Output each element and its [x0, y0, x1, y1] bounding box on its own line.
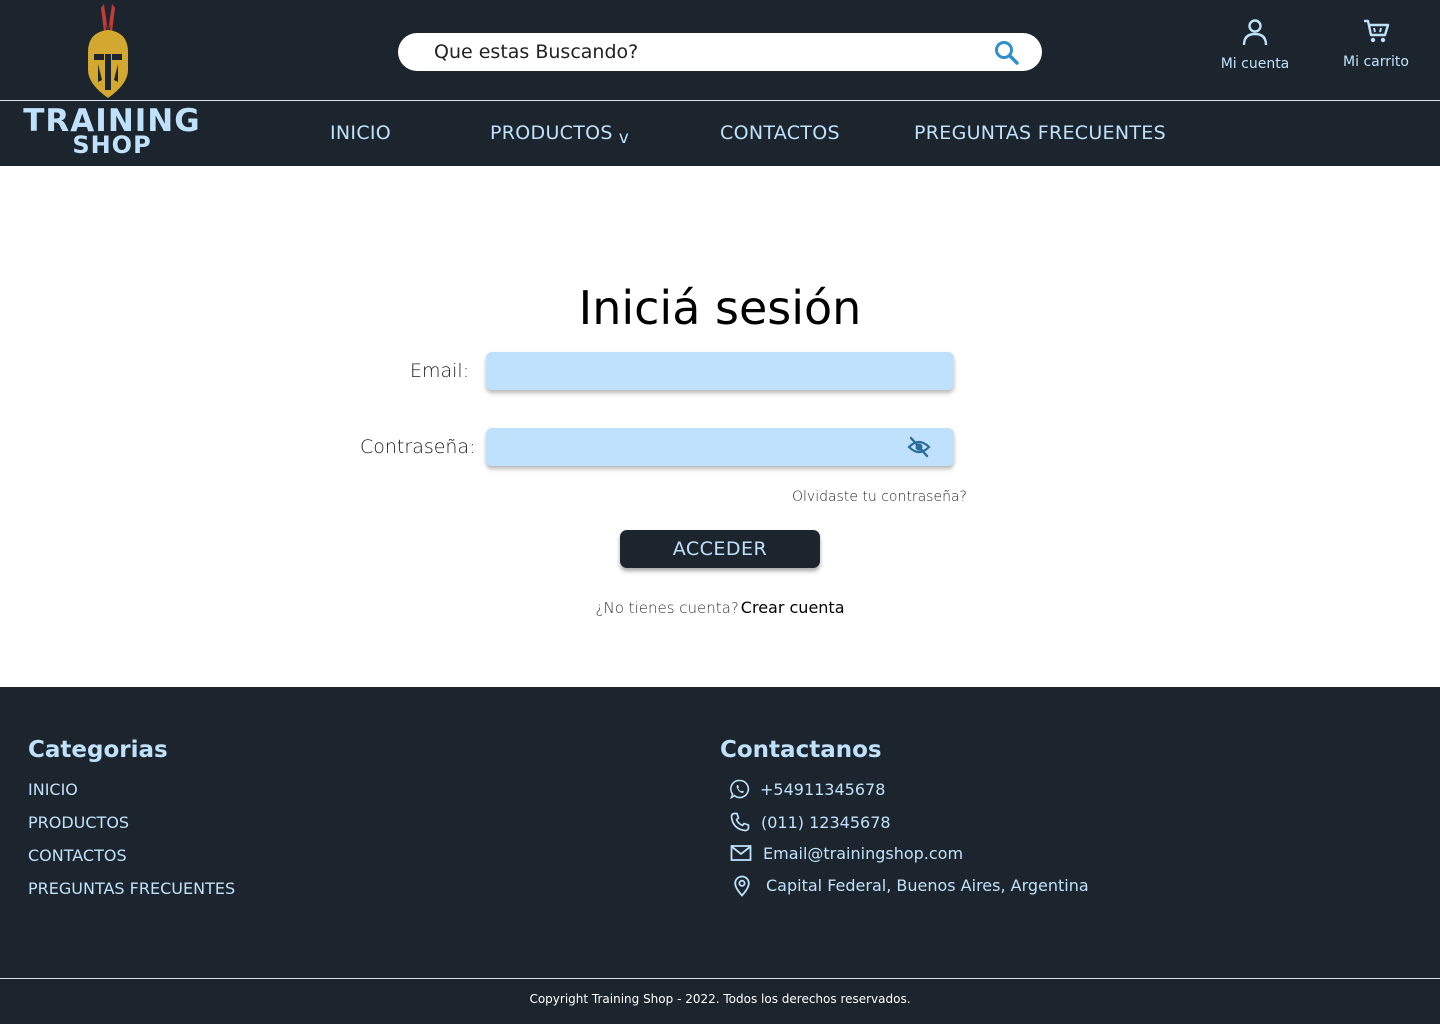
- email-field-wrapper: [486, 352, 954, 390]
- email-field[interactable]: [486, 352, 930, 390]
- search-bar: [398, 33, 1042, 71]
- footer-link-inicio[interactable]: INICIO: [28, 780, 78, 799]
- copyright-text: Copyright Training Shop - 2022. Todos lo…: [529, 992, 911, 1006]
- email-label: Email:: [410, 360, 470, 382]
- footer-link-preguntas-frecuentes[interactable]: PREGUNTAS FRECUENTES: [28, 879, 235, 898]
- brand-name-line2: SHOP: [72, 131, 152, 159]
- nav-inicio[interactable]: INICIO: [330, 122, 391, 144]
- nav-productos-label: PRODUCTOS: [490, 122, 613, 144]
- footer-divider: [0, 978, 1440, 979]
- phone-icon: [730, 812, 750, 832]
- nav-contactos[interactable]: CONTACTOS: [720, 122, 840, 144]
- cart-button[interactable]: Mi carrito: [1326, 18, 1426, 70]
- forgot-password-link[interactable]: Olvidaste tu contraseña?: [792, 489, 967, 505]
- search-input[interactable]: [434, 33, 974, 71]
- site-header: TRAINING SHOP Mi cuenta Mi carrito INICI…: [0, 0, 1440, 166]
- contact-heading: Contactanos: [720, 737, 882, 763]
- mail-icon: [730, 845, 752, 861]
- cart-label: Mi carrito: [1343, 54, 1409, 70]
- password-field-wrapper: [486, 428, 954, 466]
- site-footer: Categorias INICIO PRODUCTOS CONTACTOS PR…: [0, 687, 1440, 1024]
- no-account-text: ¿No tienes cuenta?: [595, 599, 739, 617]
- footer-link-contactos[interactable]: CONTACTOS: [28, 846, 127, 865]
- brand-logo[interactable]: TRAINING SHOP: [20, 2, 204, 162]
- eye-off-icon[interactable]: [907, 436, 931, 458]
- account-label: Mi cuenta: [1220, 56, 1290, 72]
- email-address: Email@trainingshop.com: [763, 844, 964, 863]
- signup-prompt: ¿No tienes cuenta? Crear cuenta: [0, 598, 1440, 617]
- helmet-logo-icon: [88, 4, 128, 98]
- cart-icon: [1364, 19, 1390, 43]
- whatsapp-number: +54911345678: [760, 780, 886, 799]
- categories-heading: Categorias: [28, 737, 168, 763]
- search-icon[interactable]: [994, 40, 1020, 66]
- header-divider: [0, 100, 1440, 101]
- password-label: Contraseña:: [360, 436, 476, 458]
- address-text: Capital Federal, Buenos Aires, Argentina: [766, 876, 1089, 895]
- login-submit-button[interactable]: ACCEDER: [620, 530, 820, 568]
- account-button[interactable]: Mi cuenta: [1205, 18, 1305, 72]
- footer-link-productos[interactable]: PRODUCTOS: [28, 813, 129, 832]
- nav-productos[interactable]: PRODUCTOS v: [490, 122, 629, 148]
- chevron-down-icon: v: [618, 128, 630, 148]
- whatsapp-icon: [730, 779, 750, 799]
- location-pin-icon: [734, 875, 750, 897]
- create-account-link[interactable]: Crear cuenta: [741, 598, 845, 617]
- user-icon: [1242, 19, 1268, 46]
- nav-preguntas-frecuentes[interactable]: PREGUNTAS FRECUENTES: [914, 122, 1166, 144]
- phone-number: (011) 12345678: [761, 813, 891, 832]
- page-title: Iniciá sesión: [578, 280, 862, 335]
- password-field[interactable]: [486, 428, 930, 466]
